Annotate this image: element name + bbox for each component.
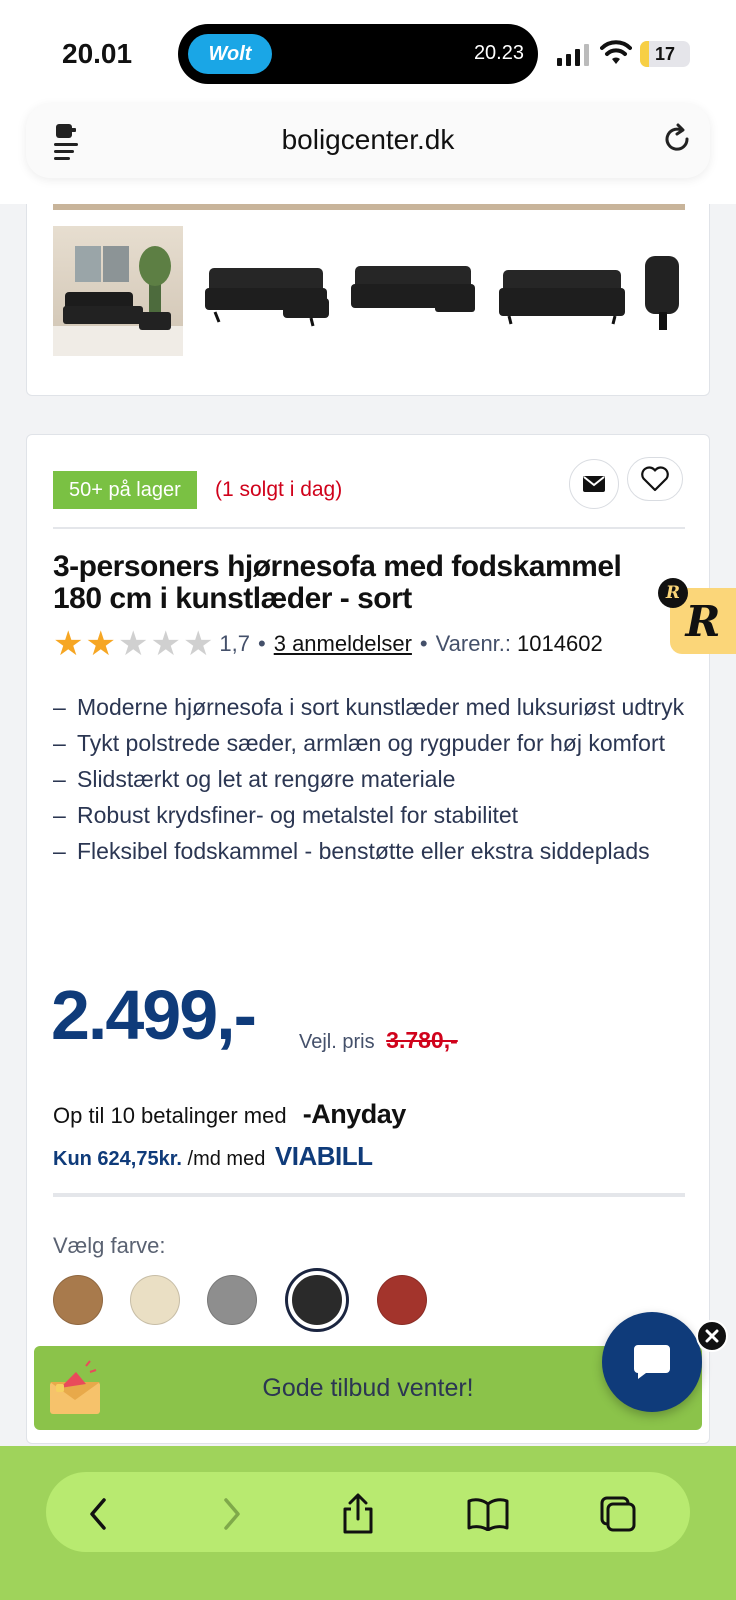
battery-level: 17	[654, 44, 676, 64]
feature-item: Moderne hjørnesofa i sort kunstlæder med…	[53, 693, 685, 721]
thumbnail-image[interactable]	[53, 226, 183, 356]
anyday-financing[interactable]: Op til 10 betalinger med -Anyday	[53, 1099, 406, 1130]
rating-stars: ★ ★ ★ ★ ★	[53, 627, 215, 661]
thumbnail-image[interactable]	[349, 226, 479, 356]
forward-button[interactable]	[210, 1492, 254, 1536]
price: 2.499,-	[51, 976, 257, 1054]
star-filled-icon: ★	[53, 625, 84, 663]
wolt-app-badge[interactable]: Wolt	[188, 34, 272, 74]
color-swatch[interactable]	[53, 1275, 103, 1325]
color-label: Vælg farve:	[53, 1233, 166, 1258]
dynamic-island[interactable]: Wolt 20.23	[178, 24, 538, 84]
browser-toolbar	[0, 1446, 736, 1600]
battery-icon: 17	[640, 41, 690, 67]
url-text[interactable]: boligcenter.dk	[26, 124, 710, 156]
separator-dot: •	[258, 631, 266, 656]
thumbnail-image[interactable]	[201, 226, 331, 356]
r-small-logo[interactable]: R	[658, 578, 688, 608]
sku-label: Varenr.:	[435, 631, 512, 656]
toolbar-pill	[46, 1472, 690, 1552]
star-empty-icon: ★	[150, 625, 181, 663]
envelope-icon	[583, 476, 605, 492]
thumbnail-image[interactable]	[645, 226, 685, 356]
color-swatches	[53, 1271, 454, 1329]
address-bar[interactable]: boligcenter.dk	[26, 104, 710, 178]
rating-value: 1,7	[219, 631, 251, 656]
island-time: 20.23	[473, 42, 524, 64]
old-price: 3.780,-	[386, 1027, 458, 1053]
chat-bubble-icon	[634, 1345, 670, 1379]
sold-today-text: (1 solgt i dag)	[215, 478, 343, 501]
chat-button[interactable]	[602, 1312, 702, 1412]
color-swatch[interactable]	[207, 1275, 257, 1325]
feature-item: Fleksibel fodskammel - benstøtte eller e…	[53, 837, 685, 865]
chevron-left-icon	[90, 1498, 106, 1530]
share-icon	[343, 1493, 373, 1534]
stock-badge: 50+ på lager	[53, 471, 197, 509]
bookmarks-button[interactable]	[466, 1492, 510, 1536]
anyday-text: Op til 10 betalinger med	[53, 1103, 287, 1128]
main-image-edge	[53, 204, 685, 210]
thumbnail-image[interactable]	[497, 226, 627, 356]
feature-list: Moderne hjørnesofa i sort kunstlæder med…	[53, 693, 685, 873]
chat-close-button[interactable]	[696, 1320, 728, 1352]
feature-item: Robust krydsfiner- og metalstel for stab…	[53, 801, 685, 829]
heart-icon	[641, 466, 669, 492]
tabs-button[interactable]	[596, 1492, 640, 1536]
viabill-logo: VIABILL	[274, 1141, 373, 1171]
product-card: 50+ på lager (1 solgt i dag) 3-personers…	[26, 434, 710, 1444]
close-icon	[705, 1329, 719, 1343]
feature-item: Slidstærkt og let at rengøre materiale	[53, 765, 685, 793]
rating-row: ★ ★ ★ ★ ★ 1,7 • 3 anmeldelser • Varenr.: 101…	[53, 627, 603, 661]
reload-icon[interactable]	[660, 122, 694, 156]
back-button[interactable]	[76, 1492, 120, 1536]
share-button[interactable]	[336, 1492, 380, 1536]
color-swatch[interactable]	[377, 1275, 427, 1325]
r-logo: R	[685, 596, 721, 646]
status-time: 20.01	[62, 38, 133, 69]
star-filled-icon: ★	[85, 625, 116, 663]
reviews-link[interactable]: 3 anmeldelser	[274, 631, 412, 657]
color-swatch[interactable]	[288, 1271, 346, 1329]
recommended-price: Vejl. pris 3.780,-	[299, 1027, 458, 1054]
color-swatch[interactable]	[130, 1275, 180, 1325]
wifi-icon	[600, 40, 632, 64]
chevron-right-icon	[224, 1498, 240, 1530]
sku-value: 1014602	[517, 631, 603, 656]
product-title: 3-personers hjørnesofa med fodskammel 18…	[53, 550, 622, 615]
separator-dot: •	[419, 631, 428, 656]
recommended-price-label: Vejl. pris	[299, 1031, 375, 1053]
viabill-amount: Kun 624,75kr.	[53, 1148, 182, 1170]
status-bar: 20.01 Wolt 20.23 17	[0, 0, 736, 104]
book-icon	[467, 1498, 509, 1531]
tabs-icon	[600, 1496, 636, 1532]
viabill-financing[interactable]: Kun 624,75kr. /md med VIABILL	[53, 1141, 373, 1172]
divider	[53, 527, 685, 529]
favorite-button[interactable]	[627, 457, 683, 501]
offers-text: Gode tilbud venter!	[262, 1374, 474, 1402]
divider	[53, 1193, 685, 1197]
gallery-card	[26, 204, 710, 396]
cellular-signal-icon	[557, 44, 589, 66]
share-email-button[interactable]	[569, 459, 619, 509]
thumbnail-strip[interactable]	[53, 226, 685, 358]
anyday-logo: -Anyday	[302, 1099, 407, 1129]
star-empty-icon: ★	[117, 625, 149, 663]
viabill-text: /md med	[187, 1148, 266, 1170]
feature-item: Tykt polstrede sæder, armlæn og rygpuder…	[53, 729, 685, 757]
star-empty-icon: ★	[182, 625, 214, 663]
browser-address-area: boligcenter.dk	[0, 104, 736, 204]
